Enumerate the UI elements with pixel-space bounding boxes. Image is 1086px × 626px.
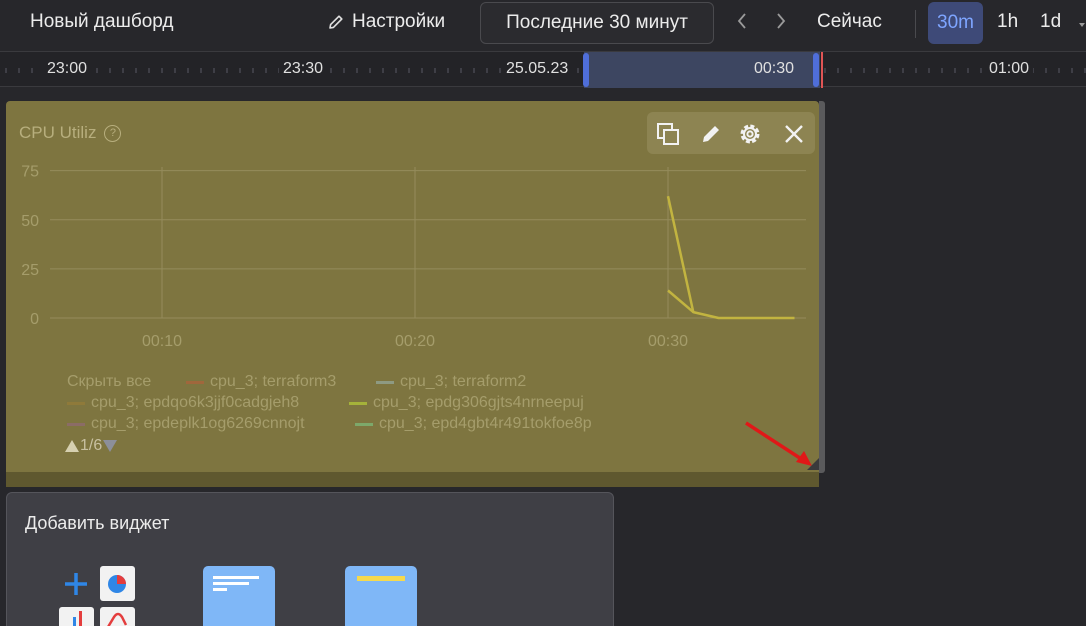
duplicate-icon[interactable] <box>654 120 682 148</box>
timeline-label: 25.05.23 <box>502 60 573 78</box>
legend-label: cpu_3; epdg306gjts4nrneepuj <box>373 394 584 411</box>
y-tick-label: 75 <box>21 164 39 181</box>
triangle-up-icon[interactable] <box>64 439 80 453</box>
legend-item[interactable]: cpu_3; epdg306gjts4nrneepuj <box>349 394 584 412</box>
pager-text: 1/6 <box>80 437 103 454</box>
current-time-marker <box>821 52 823 88</box>
pie-chart-icon[interactable] <box>100 566 135 601</box>
chevron-left-icon[interactable] <box>736 12 748 35</box>
toolbar-divider <box>915 10 916 38</box>
legend-item[interactable]: cpu_3; terraform2 <box>376 373 526 391</box>
text-widget-icon[interactable] <box>203 566 275 626</box>
zoom-30m-button[interactable]: 30m <box>928 2 983 44</box>
legend-label: cpu_3; terraform3 <box>210 373 337 390</box>
title-widget-icon[interactable] <box>345 566 417 626</box>
x-tick-label: 00:20 <box>395 333 435 350</box>
series-line <box>666 195 795 320</box>
bar-chart-icon[interactable] <box>59 607 94 626</box>
widget-footer <box>6 472 819 487</box>
legend-swatch <box>67 401 85 405</box>
zoom-1h-button[interactable]: 1h <box>997 11 1018 33</box>
legend-label: cpu_3; epd4gbt4r491tokfoe8p <box>379 415 592 432</box>
resize-handle-icon[interactable] <box>806 457 820 471</box>
x-tick-label: 00:30 <box>648 333 688 350</box>
timeline-label: 23:30 <box>279 60 328 78</box>
timeline-label: 00:30 <box>750 60 799 78</box>
pencil-icon <box>329 15 343 29</box>
chevron-right-icon[interactable] <box>775 12 787 35</box>
selection-start-handle[interactable] <box>583 53 589 87</box>
time-range-button[interactable]: Последние 30 минут <box>480 2 714 44</box>
plus-icon[interactable] <box>63 571 89 597</box>
add-widget-panel: Добавить виджет <box>6 492 614 626</box>
triangle-down-icon[interactable] <box>102 439 118 453</box>
top-toolbar: Новый дашборд Настройки Последние 30 мин… <box>0 0 1086 50</box>
gear-icon[interactable] <box>736 120 764 148</box>
legend-label: cpu_3; epdqo6k3jjf0cadgjeh8 <box>91 394 300 411</box>
chevron-down-icon[interactable] <box>1078 16 1086 34</box>
edit-icon[interactable] <box>697 120 725 148</box>
timeline-label: 01:00 <box>985 60 1034 78</box>
legend-swatch <box>355 422 373 426</box>
x-tick-label: 00:10 <box>142 333 182 350</box>
hide-all-link[interactable]: Скрыть все <box>67 373 151 391</box>
now-button[interactable]: Сейчас <box>817 11 882 33</box>
legend-swatch <box>376 380 394 384</box>
legend-swatch <box>67 422 85 426</box>
selection-end-handle[interactable] <box>813 53 819 87</box>
settings-button[interactable]: Настройки <box>326 11 445 33</box>
settings-label: Настройки <box>352 11 446 32</box>
close-icon[interactable] <box>780 120 808 148</box>
widget-toolbar <box>647 112 815 154</box>
legend-label: cpu_3; epdeplk1og6269cnnojt <box>91 415 305 432</box>
y-tick-label: 0 <box>30 311 39 328</box>
chart-widget[interactable]: CPU Utiliz ? 0 25 50 75 00:10 00:20 00:30 <box>6 101 819 487</box>
legend-swatch <box>186 380 204 384</box>
legend-pager: 1/6 <box>64 437 118 455</box>
dashboard-title[interactable]: Новый дашборд <box>30 11 174 33</box>
y-tick-label: 25 <box>21 262 39 279</box>
legend-item[interactable]: cpu_3; terraform3 <box>186 373 336 391</box>
timeline[interactable]: 23:00 23:30 25.05.23 00:30 01:00 <box>0 51 1086 88</box>
line-chart-icon[interactable] <box>100 607 135 626</box>
add-widget-title: Добавить виджет <box>25 513 170 533</box>
y-tick-label: 50 <box>21 213 39 230</box>
legend-item[interactable]: cpu_3; epdqo6k3jjf0cadgjeh8 <box>67 394 299 412</box>
legend-swatch <box>349 401 367 405</box>
timeline-label: 23:00 <box>43 60 92 78</box>
zoom-1d-button[interactable]: 1d <box>1040 11 1061 33</box>
legend-item[interactable]: cpu_3; epdeplk1og6269cnnojt <box>67 415 305 433</box>
legend-item[interactable]: cpu_3; epd4gbt4r491tokfoe8p <box>355 415 592 433</box>
legend-label: cpu_3; terraform2 <box>400 373 527 390</box>
